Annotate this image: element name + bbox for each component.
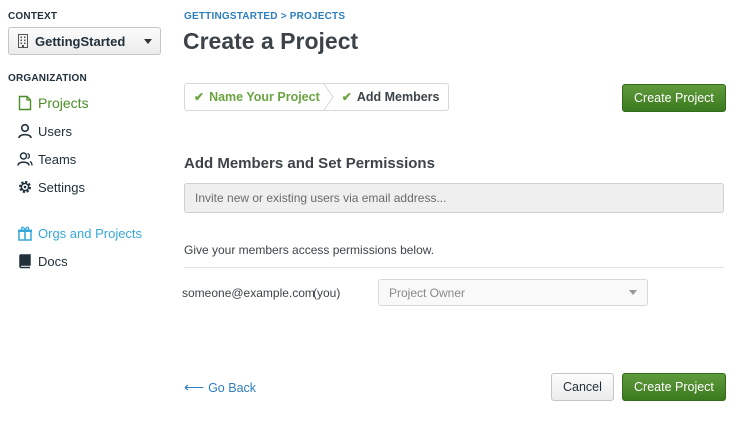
cancel-button[interactable]: Cancel	[551, 373, 614, 401]
organization-label: ORGANIZATION	[8, 73, 87, 84]
book-icon	[17, 253, 33, 269]
page-title: Create a Project	[183, 28, 359, 54]
check-icon: ✔	[341, 90, 352, 104]
create-project-button-bottom[interactable]: Create Project	[622, 373, 726, 401]
sidebar-item-label: Users	[38, 123, 72, 139]
step-name-your-project[interactable]: ✔ Name Your Project	[185, 84, 329, 110]
section-title: Add Members and Set Permissions	[184, 155, 435, 172]
user-icon	[17, 123, 33, 139]
invite-input[interactable]	[184, 183, 724, 213]
role-select[interactable]: Project Owner	[378, 279, 648, 306]
go-back-link[interactable]: ⟵ Go Back	[184, 379, 256, 396]
team-icon	[17, 151, 33, 167]
create-project-button-top[interactable]: Create Project	[622, 84, 726, 112]
wizard-steps: ✔ Name Your Project ✔ Add Members	[184, 83, 450, 111]
chevron-down-icon	[144, 38, 152, 44]
member-email: someone@example.com	[182, 286, 315, 300]
role-value: Project Owner	[389, 285, 466, 300]
sidebar-link-label: Orgs and Projects	[38, 225, 143, 241]
sidebar-item-teams[interactable]: Teams	[17, 149, 76, 169]
check-icon: ✔	[194, 90, 205, 104]
sidebar: CONTEXT GettingStarted ORGANIZATION Proj…	[0, 0, 170, 425]
sidebar-item-label: Settings	[38, 179, 85, 195]
gift-icon	[17, 225, 33, 241]
step-add-members[interactable]: ✔ Add Members	[330, 84, 449, 110]
divider	[184, 267, 724, 268]
context-select[interactable]: GettingStarted	[8, 27, 161, 55]
sidebar-link-orgs-and-projects[interactable]: Orgs and Projects	[17, 223, 142, 243]
sidebar-item-users[interactable]: Users	[17, 121, 72, 141]
sidebar-item-label: Teams	[38, 151, 77, 167]
building-icon	[17, 34, 29, 48]
sidebar-link-docs[interactable]: Docs	[17, 251, 68, 271]
arrow-left-icon: ⟵	[184, 379, 205, 395]
file-icon	[17, 95, 33, 111]
go-back-label: Go Back	[208, 380, 257, 395]
breadcrumb[interactable]: GETTINGSTARTED > PROJECTS	[184, 11, 345, 22]
gear-icon	[17, 179, 33, 195]
sidebar-item-label: Projects	[38, 95, 89, 111]
sidebar-link-label: Docs	[38, 253, 68, 269]
step-label: Add Members	[356, 90, 440, 104]
sidebar-item-projects[interactable]: Projects	[17, 93, 89, 113]
chevron-down-icon	[629, 290, 637, 295]
context-value: GettingStarted	[35, 33, 126, 49]
sidebar-item-settings[interactable]: Settings	[17, 177, 85, 197]
member-you-label: (you)	[313, 286, 341, 300]
step-label: Name Your Project	[209, 90, 320, 104]
help-text: Give your members access permissions bel…	[184, 243, 435, 257]
context-label: CONTEXT	[8, 11, 58, 22]
